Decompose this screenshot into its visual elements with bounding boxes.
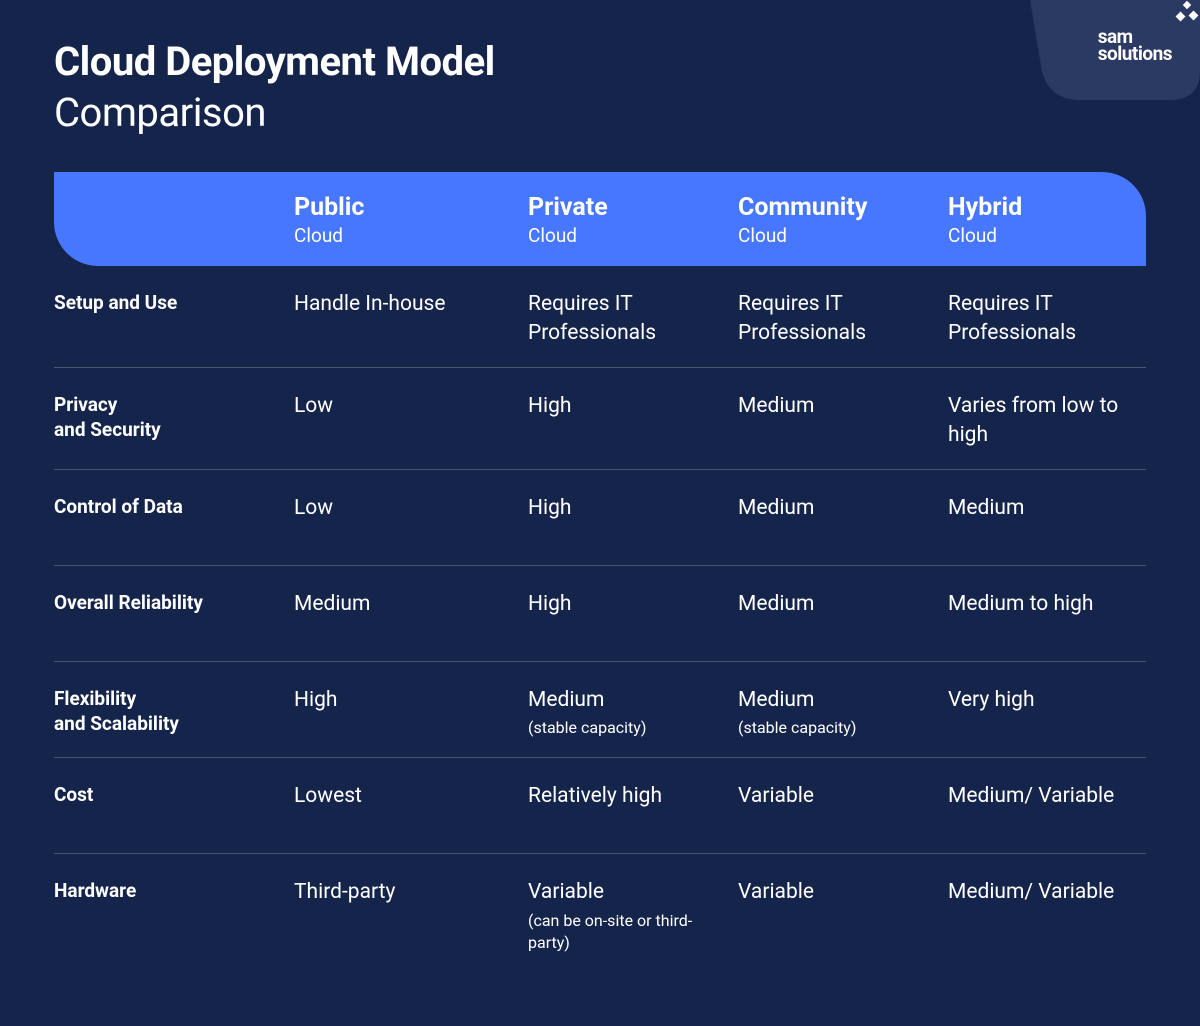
header-col-public: Public Cloud <box>294 191 528 246</box>
row-label: Privacyand Security <box>54 392 294 451</box>
table-cell: Variable <box>738 878 948 954</box>
cell-text: Medium <box>948 496 1024 520</box>
table-cell: Low <box>294 392 528 451</box>
comparison-table: Public Cloud Private Cloud Community Clo… <box>0 136 1200 973</box>
cell-subtext: (can be on-site or third-party) <box>528 910 718 955</box>
table-header-row: Public Cloud Private Cloud Community Clo… <box>54 172 1146 266</box>
table-cell: High <box>528 590 738 643</box>
table-cell: Medium <box>738 494 948 547</box>
table-cell: Requires IT Professionals <box>528 290 738 349</box>
table-row: HardwareThird-party Variable (can be on-si… <box>54 854 1146 972</box>
brand-logo: sam solutions <box>1098 28 1172 62</box>
cell-text: Variable <box>738 784 814 808</box>
cell-text: Requires IT Professionals <box>528 292 656 345</box>
cell-text: Medium <box>738 592 814 616</box>
cell-text: Very high <box>948 688 1035 712</box>
row-label: Overall Reliability <box>54 590 294 643</box>
table-cell: Variable <box>738 782 948 835</box>
table-body: Setup and UseHandle In-house Requires IT … <box>54 266 1146 973</box>
table-row: Control of DataLow High Medium Medium <box>54 470 1146 566</box>
table-cell: Medium <box>294 590 528 643</box>
cell-text: Medium <box>738 496 814 520</box>
table-cell: Very high <box>948 686 1146 740</box>
table-cell: Varies from low to high <box>948 392 1146 451</box>
cell-text: Handle In-house <box>294 292 446 316</box>
table-cell: Handle In-house <box>294 290 528 349</box>
cell-text: Medium <box>294 592 370 616</box>
table-cell: Medium/ Variable <box>948 878 1146 954</box>
table-cell: Variable (can be on-site or third-party) <box>528 878 738 954</box>
cell-text: Varies from low to high <box>948 394 1118 447</box>
table-cell: Third-party <box>294 878 528 954</box>
cell-subtext: (stable capacity) <box>738 717 928 739</box>
table-cell: Medium/ Variable <box>948 782 1146 835</box>
cell-text: Medium/ Variable <box>948 784 1114 808</box>
table-cell: Medium (stable capacity) <box>528 686 738 740</box>
table-cell: Relatively high <box>528 782 738 835</box>
cell-text: Medium <box>738 688 814 712</box>
table-cell: Requires IT Professionals <box>738 290 948 349</box>
cell-text: Low <box>294 496 333 520</box>
table-row: Setup and UseHandle In-house Requires IT … <box>54 266 1146 368</box>
table-cell: Low <box>294 494 528 547</box>
table-cell: High <box>294 686 528 740</box>
table-cell: Medium (stable capacity) <box>738 686 948 740</box>
cell-text: Variable <box>738 880 814 904</box>
table-cell: Medium <box>738 392 948 451</box>
table-cell: High <box>528 494 738 547</box>
table-row: Privacyand SecurityLow High Medium Varies f… <box>54 368 1146 470</box>
cell-text: Medium <box>738 394 814 418</box>
cell-text: Requires IT Professionals <box>738 292 866 345</box>
cell-text: High <box>528 496 571 520</box>
table-cell: Medium to high <box>948 590 1146 643</box>
row-label: Cost <box>54 782 294 835</box>
header-col-private: Private Cloud <box>528 191 738 246</box>
cell-text: Relatively high <box>528 784 662 808</box>
cell-text: Lowest <box>294 784 362 808</box>
table-cell: Medium <box>948 494 1146 547</box>
table-row: Overall ReliabilityMediumHighMediumMediu… <box>54 566 1146 662</box>
header-col-hybrid: Hybrid Cloud <box>948 191 1146 246</box>
row-label: Setup and Use <box>54 290 294 349</box>
row-label: Hardware <box>54 878 294 954</box>
table-row: Flexibilityand ScalabilityHigh Medium (sta… <box>54 662 1146 759</box>
cell-text: High <box>528 592 571 616</box>
brand-line2: solutions <box>1098 45 1172 62</box>
table-cell: Lowest <box>294 782 528 835</box>
cell-text: Third-party <box>294 880 395 904</box>
header-col-community: Community Cloud <box>738 191 948 246</box>
cell-text: Medium <box>528 688 604 712</box>
table-cell: Medium <box>738 590 948 643</box>
table-row: CostLowest Relatively high Variable Medium/… <box>54 758 1146 854</box>
cell-subtext: (stable capacity) <box>528 717 718 739</box>
row-label: Flexibilityand Scalability <box>54 686 294 740</box>
cell-text: Requires IT Professionals <box>948 292 1076 345</box>
table-cell: High <box>528 392 738 451</box>
cell-text: Medium to high <box>948 592 1094 616</box>
table-cell: Requires IT Professionals <box>948 290 1146 349</box>
cell-text: High <box>294 688 337 712</box>
row-label: Control of Data <box>54 494 294 547</box>
cell-text: Medium/ Variable <box>948 880 1114 904</box>
cell-text: Variable <box>528 880 604 904</box>
brand-corner: sam solutions <box>1000 0 1200 120</box>
cell-text: Low <box>294 394 333 418</box>
cell-text: High <box>528 394 571 418</box>
